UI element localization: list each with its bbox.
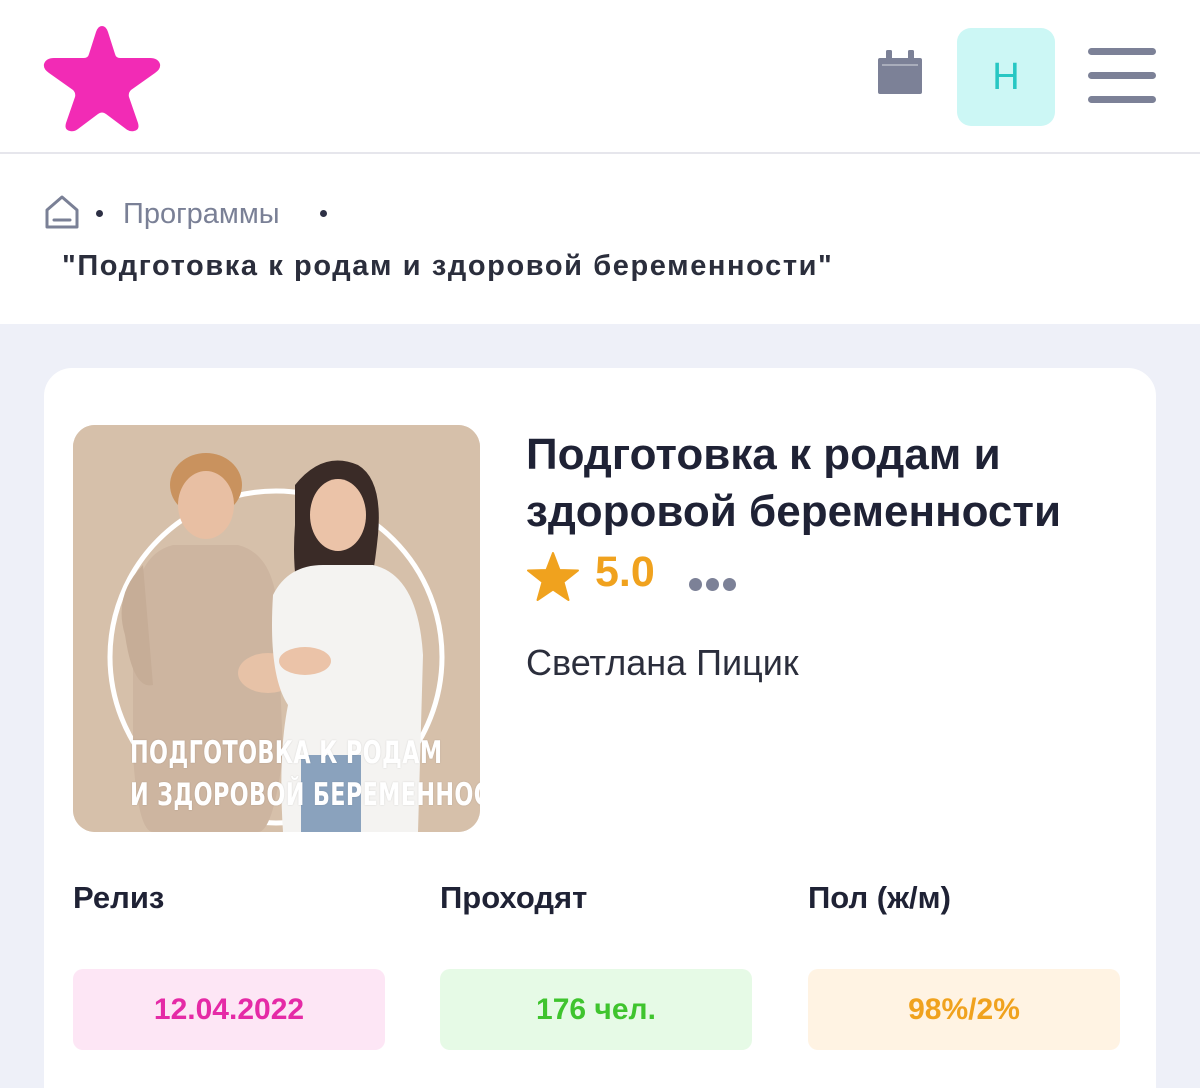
- stat-value-gender: 98%/2%: [808, 969, 1120, 1050]
- breadcrumb-separator: [96, 210, 103, 217]
- dot: [706, 578, 719, 591]
- stat-value-participants: 176 чел.: [440, 969, 752, 1050]
- calendar-icon[interactable]: [876, 50, 924, 96]
- hamburger-menu-icon[interactable]: [1088, 48, 1156, 104]
- stat-label-release: Релиз: [73, 880, 165, 915]
- menu-line: [1088, 96, 1156, 103]
- program-title: Подготовка к родам и здоровой беременнос…: [526, 430, 1062, 536]
- star-logo-icon[interactable]: [42, 20, 162, 134]
- program-card: ПОДГОТОВКА К РОДАМ И ЗДОРОВОЙ БЕРЕМЕННОС…: [44, 368, 1156, 1088]
- more-dots-icon[interactable]: [689, 578, 737, 592]
- star-icon: [527, 552, 579, 601]
- menu-line: [1088, 72, 1156, 79]
- stat-value-release: 12.04.2022: [73, 969, 385, 1050]
- home-icon[interactable]: [44, 194, 80, 230]
- cover-title-line: И ЗДОРОВОЙ БЕРЕМЕННОСТИ: [129, 777, 480, 813]
- stat-label-participants: Проходят: [440, 880, 588, 915]
- avatar-letter: Н: [992, 55, 1020, 98]
- breadcrumb-separator: [320, 210, 327, 217]
- main-content: ПОДГОТОВКА К РОДАМ И ЗДОРОВОЙ БЕРЕМЕННОС…: [0, 324, 1200, 1088]
- cover-title-line: ПОДГОТОВКА К РОДАМ: [129, 735, 443, 771]
- user-avatar-button[interactable]: Н: [957, 28, 1055, 126]
- breadcrumb-programs-link[interactable]: Программы: [123, 198, 280, 231]
- author-name[interactable]: Светлана Пицик: [526, 642, 799, 684]
- breadcrumb-current: "Подготовка к родам и здоровой беременно…: [62, 250, 834, 282]
- dot: [723, 578, 736, 591]
- rating-value: 5.0: [595, 548, 655, 596]
- program-cover-image[interactable]: ПОДГОТОВКА К РОДАМ И ЗДОРОВОЙ БЕРЕМЕННОС…: [73, 425, 480, 832]
- stat-label-gender: Пол (ж/м): [808, 880, 951, 915]
- dot: [689, 578, 702, 591]
- breadcrumb: Программы "Подготовка к родам и здоровой…: [0, 156, 1200, 324]
- top-header: Н: [0, 0, 1200, 154]
- menu-line: [1088, 48, 1156, 55]
